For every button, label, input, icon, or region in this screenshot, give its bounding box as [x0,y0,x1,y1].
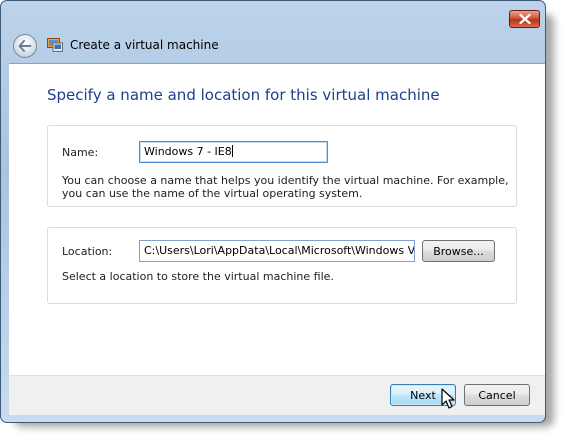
browse-button[interactable]: Browse... [422,240,495,262]
cancel-button[interactable]: Cancel [464,384,530,406]
wizard-content: Specify a name and location for this vir… [9,63,545,375]
wizard-footer: Next Cancel [9,375,545,415]
name-input-value: Windows 7 - IE8 [144,145,232,158]
close-button[interactable] [509,10,540,28]
close-icon [518,14,531,24]
location-input[interactable]: C:\Users\Lori\AppData\Local\Microsoft\Wi… [139,240,415,262]
text-caret [231,145,233,157]
window-title: Create a virtual machine [70,38,219,52]
location-label: Location: [62,245,113,258]
location-help: Select a location to store the virtual m… [62,270,334,283]
name-input[interactable]: Windows 7 - IE8 [139,141,328,163]
name-group: Name: Windows 7 - IE8 You can choose a n… [47,125,517,207]
name-help-line-2: you can use the name of the virtual oper… [62,187,363,200]
wizard-window: Create a virtual machine Specify a name … [0,0,546,423]
virtual-machine-icon [47,38,63,52]
name-label: Name: [62,146,99,159]
back-button[interactable] [13,34,37,58]
location-group: Location: C:\Users\Lori\AppData\Local\Mi… [47,227,517,304]
name-help-line-1: You can choose a name that helps you ide… [62,174,509,187]
location-input-value: C:\Users\Lori\AppData\Local\Microsoft\Wi… [144,244,415,257]
page-heading: Specify a name and location for this vir… [47,86,440,104]
mouse-pointer-icon [441,388,455,409]
back-arrow-icon [18,40,32,52]
